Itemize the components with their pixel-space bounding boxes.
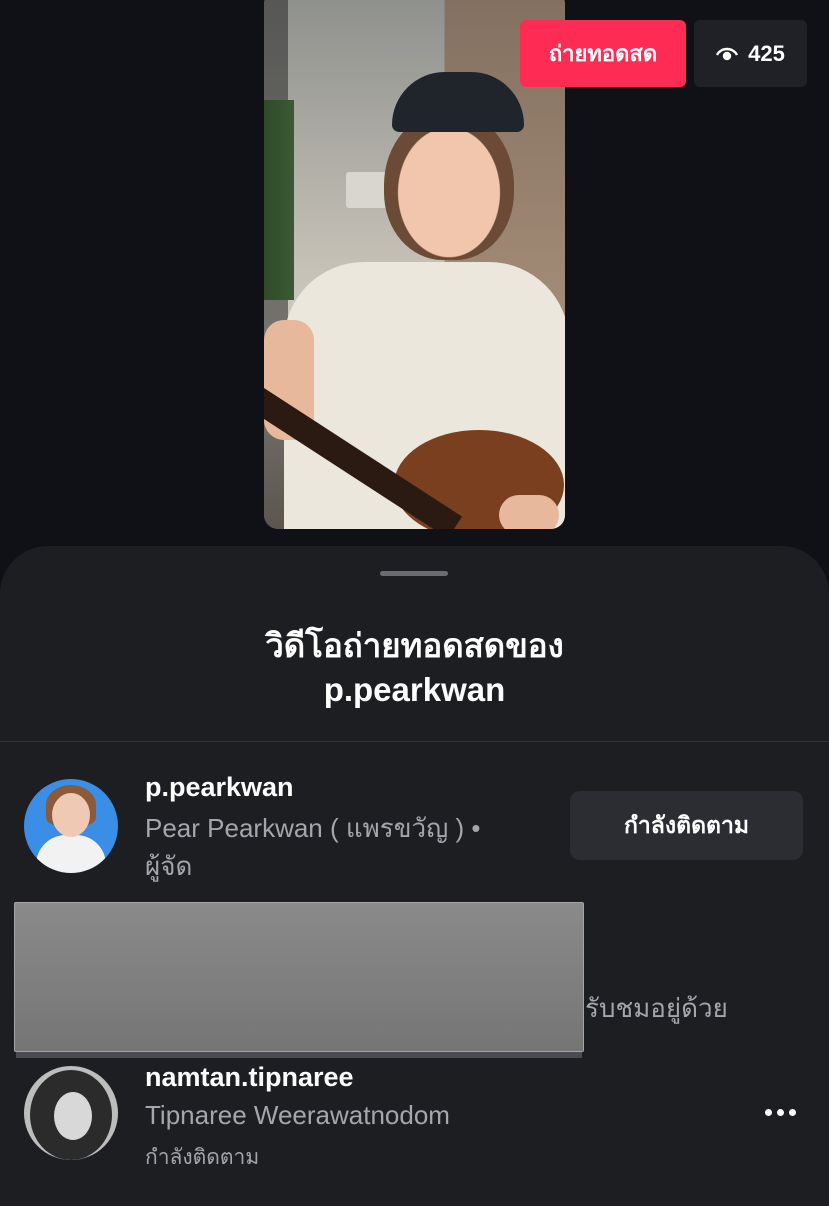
avatar-face <box>52 793 90 837</box>
guest-follow-status: กำลังติดตาม <box>145 1146 260 1169</box>
guest-display-name: Tipnaree Weerawatnodom <box>145 1100 450 1130</box>
sheet-title-line2: p.pearkwan <box>323 671 506 708</box>
sheet-drag-handle[interactable] <box>380 571 448 576</box>
host-avatar[interactable] <box>24 779 118 873</box>
host-display-name: Pear Pearkwan ( แพรขวัญ ) • <box>145 813 481 843</box>
cohost-notice-text: รับชมอยู่ด้วย <box>585 993 728 1023</box>
host-username[interactable]: p.pearkwan <box>145 772 294 803</box>
guest-avatar[interactable] <box>24 1066 118 1160</box>
sheet-title-line1: วิดีโอถ่ายทอดสดของ <box>265 627 564 664</box>
video-curtain <box>264 100 294 300</box>
avatar-body <box>36 835 106 873</box>
video-hand-strum <box>499 495 559 529</box>
guest-username[interactable]: namtan.tipnaree <box>145 1062 354 1093</box>
viewer-count-badge[interactable]: 425 <box>694 20 807 87</box>
sheet-title: วิดีโอถ่ายทอดสดของ p.pearkwan <box>0 624 829 712</box>
video-person-face <box>384 110 514 260</box>
more-options-icon[interactable] <box>758 1094 802 1130</box>
live-badge: ถ่ายทอดสด <box>520 20 686 87</box>
sheet-divider <box>0 741 829 742</box>
avatar-face <box>54 1092 92 1140</box>
viewer-count: 425 <box>748 40 785 66</box>
host-role: ผู้จัด <box>145 851 193 881</box>
eye-icon <box>716 46 739 62</box>
live-badge-label: ถ่ายทอดสด <box>548 41 658 66</box>
live-info-sheet: วิดีโอถ่ายทอดสดของ p.pearkwan p.pearkwan… <box>0 546 829 1206</box>
following-button[interactable]: กำลังติดตาม <box>570 791 803 860</box>
redacted-block <box>14 902 584 1052</box>
